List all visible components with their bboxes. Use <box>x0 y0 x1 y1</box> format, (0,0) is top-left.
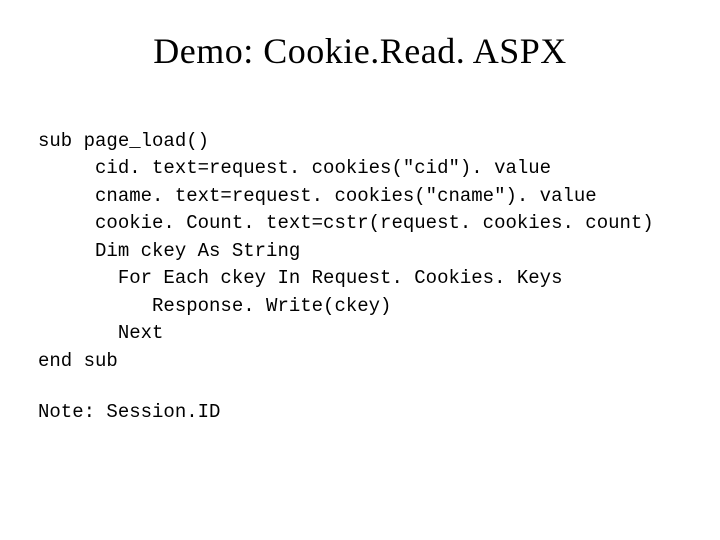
code-line: Response. Write(ckey) <box>38 295 391 317</box>
code-line: cname. text=request. cookies("cname"). v… <box>38 185 597 207</box>
code-line: cid. text=request. cookies("cid"). value <box>38 157 551 179</box>
slide: Demo: Cookie.Read. ASPX sub page_load() … <box>0 0 720 540</box>
code-line: end sub <box>38 350 118 372</box>
note-text: Note: Session.ID <box>38 401 670 423</box>
code-line: Dim ckey As String <box>38 240 300 262</box>
code-line: sub page_load() <box>38 130 209 152</box>
code-line: Next <box>38 322 163 344</box>
code-line: cookie. Count. text=cstr(request. cookie… <box>38 212 654 234</box>
code-line: For Each ckey In Request. Cookies. Keys <box>38 267 563 289</box>
code-block: sub page_load() cid. text=request. cooki… <box>38 100 670 375</box>
slide-title: Demo: Cookie.Read. ASPX <box>50 30 670 72</box>
